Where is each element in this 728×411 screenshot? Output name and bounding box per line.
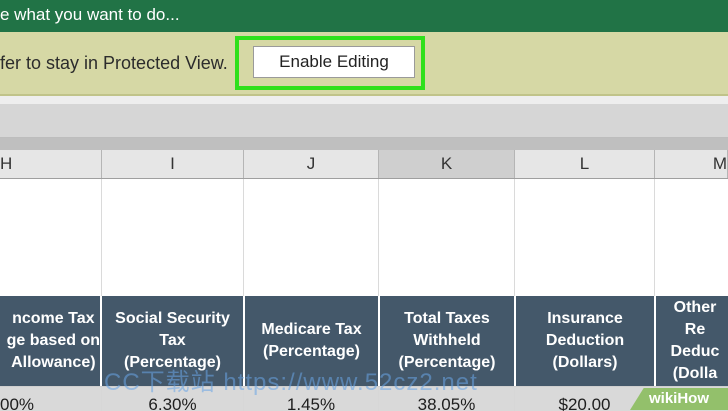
column-header-row: H I J K L M <box>0 150 728 179</box>
tell-me-search[interactable]: e what you want to do... <box>0 0 180 32</box>
grid-line <box>101 179 102 296</box>
value-cell-medicare[interactable]: 1.45% <box>244 387 379 411</box>
wikihow-badge: wikiHow <box>630 388 728 410</box>
formula-separator <box>0 138 728 150</box>
header-cell-social-security[interactable]: Social Security Tax (Percentage) <box>102 296 243 386</box>
column-header-j[interactable]: J <box>244 150 379 178</box>
table-row: 00% 6.30% 1.45% 38.05% $20.00 <box>0 386 728 411</box>
column-header-l[interactable]: L <box>515 150 655 178</box>
protected-view-message: fer to stay in Protected View. <box>0 53 228 73</box>
header-cell-insurance[interactable]: Insurance Deduction (Dollars) <box>516 296 654 386</box>
grid-line <box>654 179 655 296</box>
empty-cells-area[interactable] <box>0 179 728 296</box>
grid-line <box>378 179 379 296</box>
column-header-i[interactable]: I <box>102 150 244 178</box>
header-cell-other-deduction[interactable]: Other Re Deduc (Dolla <box>656 296 728 386</box>
header-cell-total-taxes[interactable]: Total Taxes Withheld (Percentage) <box>380 296 514 386</box>
formula-bar[interactable] <box>0 104 728 138</box>
header-cell-medicare[interactable]: Medicare Tax (Percentage) <box>245 296 378 386</box>
column-header-m[interactable]: M <box>655 150 728 178</box>
title-bar: e what you want to do... <box>0 0 728 32</box>
ribbon-gap <box>0 96 728 104</box>
value-cell-social-security[interactable]: 6.30% <box>102 387 244 411</box>
grid-line <box>243 179 244 296</box>
header-cell-income-tax[interactable]: ncome Tax ge based on Allowance) <box>0 296 100 386</box>
value-cell-income-tax[interactable]: 00% <box>0 387 102 411</box>
table-header-row: ncome Tax ge based on Allowance) Social … <box>0 296 728 386</box>
value-cell-total-taxes[interactable]: 38.05% <box>379 387 515 411</box>
column-header-h[interactable]: H <box>0 150 102 178</box>
enable-editing-button[interactable]: Enable Editing <box>253 46 415 78</box>
grid-line <box>514 179 515 296</box>
column-header-k[interactable]: K <box>379 150 515 178</box>
